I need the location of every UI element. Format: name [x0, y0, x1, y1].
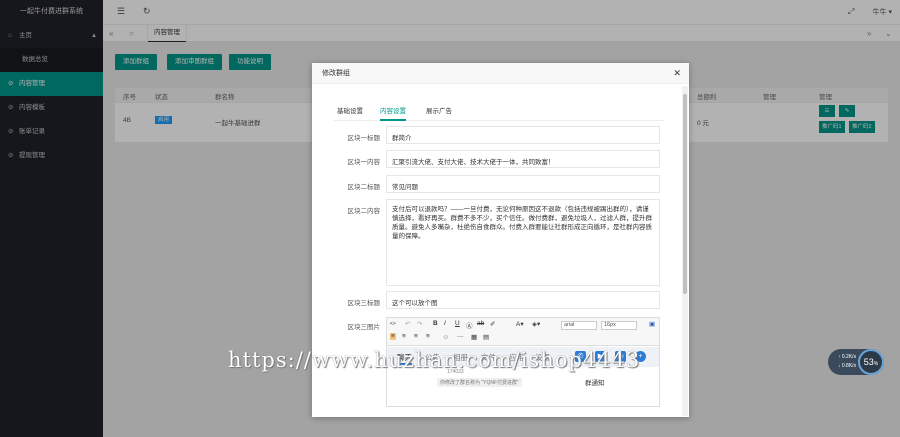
upload-speed: ↑ 0.2K/s	[838, 354, 857, 360]
group-notice-label: 群通知	[585, 380, 605, 387]
format-brush-icon[interactable]: ✐	[490, 320, 495, 328]
watermark-text: https://www.huzhan.com/ishop4443	[228, 348, 641, 372]
undo-icon[interactable]: ↶	[405, 320, 410, 328]
dialog-title-bar: 修改群组 ✕	[312, 63, 689, 84]
bg-color-icon[interactable]: ◈▾	[532, 320, 540, 328]
font-color-icon[interactable]: A▾	[516, 320, 524, 328]
link-icon[interactable]: ⊖	[443, 333, 448, 341]
dialog-title: 修改群组	[322, 70, 350, 77]
underline-icon[interactable]: U	[455, 320, 460, 327]
table-icon[interactable]: ▦	[471, 333, 477, 341]
close-icon[interactable]: ✕	[673, 63, 681, 84]
italic-icon[interactable]: I	[444, 320, 446, 327]
tab-display-ads[interactable]: 展示广告	[426, 105, 452, 121]
scrollbar-thumb[interactable]	[683, 94, 687, 294]
align-justify-icon[interactable]: ≡	[426, 333, 430, 340]
block1-title-input[interactable]: 群简介	[386, 126, 660, 144]
block1-content-input[interactable]: 汇聚引流大佬、支付大佬、技术大佬于一体，共同致富！	[386, 150, 660, 168]
align-right-icon[interactable]: ≡	[414, 333, 418, 340]
font-family-select[interactable]: arial	[561, 321, 597, 330]
html-source-icon[interactable]: <>	[390, 321, 396, 327]
image-icon[interactable]: ▤	[483, 333, 489, 341]
chat-tip: 你修改了群名称为 "YQNF付费进群"	[437, 378, 522, 387]
field-label: 区块二标题	[347, 184, 381, 191]
horizontal-rule-icon[interactable]: —	[457, 333, 464, 340]
tab-basic-settings[interactable]: 基础设置	[337, 105, 363, 121]
redo-icon[interactable]: ↷	[417, 320, 422, 328]
tab-content-settings[interactable]: 内容设置	[380, 105, 406, 121]
align-left-icon[interactable]: ≡	[390, 333, 396, 340]
block2-content-textarea[interactable]: 支付后可以退款吗？——一旦付费，无论何种原因这不退款（包括违规被踢出群的），请谨…	[386, 199, 660, 286]
editor-toolbar: <> ↶ ↷ B I U Ⓐ ab ✐ A▾ ◈▾ arial 16px ▣ ≡…	[387, 318, 659, 346]
block3-title-input[interactable]: 这个可以放个图	[386, 291, 660, 309]
download-speed: ↓ 0.8K/s	[838, 363, 857, 369]
font-size-select[interactable]: 16px	[601, 321, 637, 330]
font-border-icon[interactable]: Ⓐ	[466, 320, 473, 330]
block2-title-input[interactable]: 常见问题	[386, 175, 660, 193]
field-label: 区块一内容	[347, 159, 381, 166]
dialog-scrollbar[interactable]	[682, 86, 688, 416]
fullscreen-icon[interactable]: ▣	[649, 320, 655, 328]
align-center-icon[interactable]: ≡	[402, 333, 406, 340]
field-label: 区块三图片	[347, 324, 381, 331]
form-tabs: 基础设置 内容设置 展示广告	[334, 103, 664, 121]
field-label: 区块二内容	[347, 208, 381, 215]
network-speed-widget: ↑ 0.2K/s ↓ 0.8K/s 53%	[828, 349, 884, 375]
bold-icon[interactable]: B	[433, 320, 438, 327]
strikethrough-icon[interactable]: ab	[477, 320, 484, 327]
field-label: 区块一标题	[347, 135, 381, 142]
field-label: 区块三标题	[347, 300, 381, 307]
usage-percent: 53%	[858, 349, 884, 375]
